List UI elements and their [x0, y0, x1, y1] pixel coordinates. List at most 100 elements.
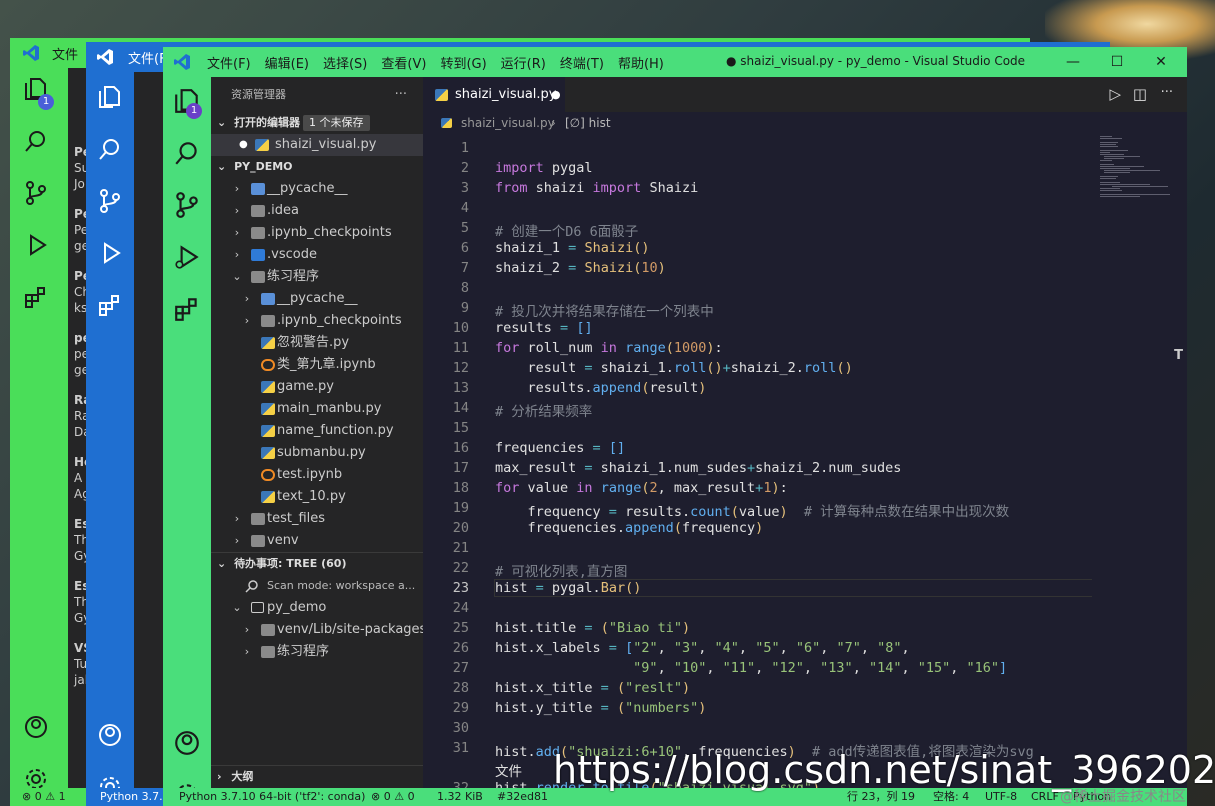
- source-control-icon[interactable]: [97, 188, 123, 214]
- folder-item[interactable]: › __pycache__: [211, 178, 423, 200]
- account-icon[interactable]: [23, 714, 49, 740]
- extensions-icon[interactable]: [97, 292, 123, 318]
- run-debug-icon[interactable]: [173, 243, 201, 271]
- status-problems[interactable]: ⊗ 0 ⚠ 0: [371, 788, 415, 806]
- extensions-icon[interactable]: [173, 295, 201, 323]
- explorer-header: 资源管理器 ···: [211, 77, 423, 112]
- code-line[interactable]: hist.x_labels = ["2", "3", "4", "5", "6"…: [495, 640, 910, 656]
- editor-area[interactable]: shaizi_visual.py ● ▷ ◫ ··· shaizi_visual…: [423, 77, 1187, 796]
- minimap-slider-marker[interactable]: T: [1174, 348, 1183, 363]
- line-number: 25: [452, 620, 469, 636]
- folder-item[interactable]: ⌄ py_demo: [211, 597, 423, 619]
- menu-item[interactable]: 选择(S): [323, 53, 367, 72]
- code-line[interactable]: # 可视化列表,直方图: [495, 560, 627, 580]
- folder-icon: [251, 535, 265, 547]
- code-line[interactable]: shaizi_2 = Shaizi(10): [495, 260, 666, 276]
- folder-item[interactable]: › .idea: [211, 200, 423, 222]
- code-line[interactable]: hist.x_title = ("reslt"): [495, 680, 690, 696]
- menu-item[interactable]: 查看(V): [381, 53, 426, 72]
- maximize-button[interactable]: ☐: [1095, 47, 1139, 77]
- folder-item[interactable]: ⌄ 练习程序: [211, 266, 423, 288]
- search-icon[interactable]: [23, 128, 49, 154]
- code-line[interactable]: frequency = results.count(value) # 计算每种点…: [495, 500, 1010, 520]
- file-item[interactable]: submanbu.py: [211, 442, 423, 464]
- extensions-icon[interactable]: [23, 284, 49, 310]
- todo-scan-mode-item[interactable]: Scan mode: workspace a...: [211, 575, 423, 597]
- code-line[interactable]: # 投几次并将结果存储在一个列表中: [495, 300, 714, 320]
- close-button[interactable]: ✕: [1139, 47, 1183, 77]
- folder-item[interactable]: › venv/Lib/site-packages: [211, 619, 423, 641]
- code-line[interactable]: max_result = shaizi_1.num_sudes+shaizi_2…: [495, 460, 901, 476]
- minimap[interactable]: T: [1092, 134, 1187, 788]
- folder-item[interactable]: › test_files: [211, 508, 423, 530]
- file-item[interactable]: name_function.py: [211, 420, 423, 442]
- folder-item[interactable]: › .vscode: [211, 244, 423, 266]
- folder-item[interactable]: › .ipynb_checkpoints: [211, 222, 423, 244]
- outline-section[interactable]: › 大纲: [211, 765, 423, 788]
- open-editor-item[interactable]: ● shaizi_visual.py: [211, 134, 423, 156]
- code-line[interactable]: # 分析结果频率: [495, 400, 592, 420]
- code-line[interactable]: result = shaizi_1.roll()+shaizi_2.roll(): [495, 360, 853, 376]
- folder-item[interactable]: › .ipynb_checkpoints: [211, 310, 423, 332]
- minimize-button[interactable]: —: [1051, 47, 1095, 77]
- status-color[interactable]: #32ed81: [497, 788, 548, 806]
- file-item[interactable]: test.ipynb: [211, 464, 423, 486]
- menu-item[interactable]: 文件(F): [207, 53, 251, 72]
- run-file-button[interactable]: ▷: [1109, 85, 1121, 103]
- menu-item[interactable]: 运行(R): [501, 53, 546, 72]
- code-line[interactable]: for roll_num in range(1000):: [495, 340, 723, 356]
- menu-item[interactable]: 帮助(H): [618, 53, 664, 72]
- code-line[interactable]: # 创建一个D6 6面骰子: [495, 220, 638, 240]
- source-control-icon[interactable]: [23, 180, 49, 206]
- explorer-more-button[interactable]: ···: [395, 77, 407, 112]
- search-icon[interactable]: [173, 139, 201, 167]
- menu-item[interactable]: 转到(G): [440, 53, 486, 72]
- line-number: 24: [452, 600, 469, 616]
- breadcrumb-file[interactable]: shaizi_visual.py: [461, 112, 555, 134]
- outline-title: 大纲: [231, 770, 254, 783]
- breadcrumb-symbol[interactable]: [∅] hist: [565, 112, 611, 134]
- code-line[interactable]: hist.y_title = ("numbers"): [495, 700, 706, 716]
- menu-item[interactable]: 编辑(E): [265, 53, 309, 72]
- vscode-main-window[interactable]: 文件(F) 编辑(E) 选择(S) 查看(V) 转到(G) 运行(R) 终端(T) 帮助(H)…: [163, 47, 1187, 806]
- code-line[interactable]: from shaizi import Shaizi: [495, 180, 698, 196]
- code-line[interactable]: hist.title = ("Biao ti"): [495, 620, 690, 636]
- code-line[interactable]: for value in range(2, max_result+1):: [495, 480, 788, 496]
- code-line[interactable]: "9", "10", "11", "12", "13", "14", "15",…: [495, 660, 1007, 676]
- account-icon[interactable]: [97, 722, 123, 748]
- account-icon[interactable]: [173, 729, 201, 757]
- run-debug-icon[interactable]: [97, 240, 123, 266]
- file-item[interactable]: 类_第九章.ipynb: [211, 354, 423, 376]
- code-line[interactable]: import pygal: [495, 160, 593, 176]
- titlebar[interactable]: 文件(F) 编辑(E) 选择(S) 查看(V) 转到(G) 运行(R) 终端(T) 帮助(H)…: [163, 47, 1187, 77]
- folder-item[interactable]: › __pycache__: [211, 288, 423, 310]
- workspace-root-section[interactable]: ⌄ PY_DEMO: [211, 156, 423, 178]
- file-item[interactable]: game.py: [211, 376, 423, 398]
- split-editor-button[interactable]: ◫: [1133, 85, 1147, 103]
- file-item[interactable]: main_manbu.py: [211, 398, 423, 420]
- code-view[interactable]: 1 2 import pygal 3 from shaizi import Shaizi…: [423, 134, 1096, 796]
- run-debug-icon[interactable]: [23, 232, 49, 258]
- tab-shaizi-visual[interactable]: shaizi_visual.py ●: [423, 77, 565, 112]
- file-item[interactable]: 忽视警告.py: [211, 332, 423, 354]
- code-line[interactable]: frequencies = []: [495, 440, 625, 456]
- file-item[interactable]: text_10.py: [211, 486, 423, 508]
- open-editors-section[interactable]: ⌄ 打开的编辑器 1 个未保存: [211, 112, 423, 134]
- todo-tree-section[interactable]: ⌄ 待办事项: TREE (60): [211, 552, 423, 575]
- explorer-icon[interactable]: [97, 84, 123, 110]
- tab-dirty-dot-icon[interactable]: ●: [551, 77, 561, 112]
- menu-item[interactable]: 终端(T): [560, 53, 604, 72]
- code-line[interactable]: hist = pygal.Bar(): [494, 579, 1096, 597]
- code-line[interactable]: results.append(result): [495, 380, 707, 396]
- search-icon[interactable]: [97, 136, 123, 162]
- folder-item[interactable]: › venv: [211, 530, 423, 552]
- code-line[interactable]: 文件: [495, 760, 522, 780]
- status-python-interpreter[interactable]: Python 3.7.10 64-bit ('tf2': conda): [179, 788, 365, 806]
- code-line[interactable]: frequencies.append(frequency): [495, 520, 764, 536]
- editor-more-button[interactable]: ···: [1161, 85, 1173, 100]
- source-control-icon[interactable]: [173, 191, 201, 219]
- folder-item[interactable]: › 练习程序: [211, 641, 423, 663]
- code-line[interactable]: results = []: [495, 320, 593, 336]
- code-line[interactable]: shaizi_1 = Shaizi(): [495, 240, 650, 256]
- line-number: 13: [452, 380, 469, 396]
